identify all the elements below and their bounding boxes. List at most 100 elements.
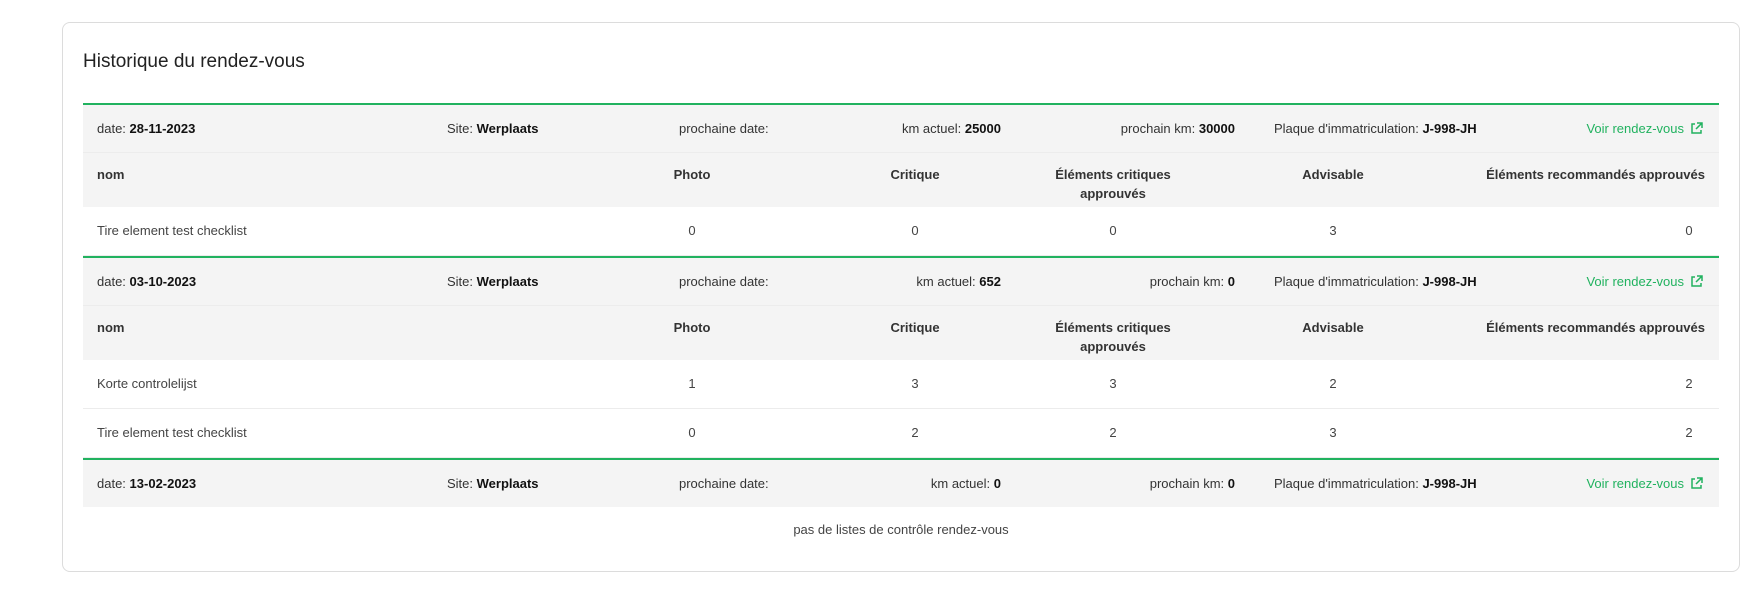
column-photo: Photo — [673, 167, 711, 182]
appointment-km-current-value: 25000 — [964, 121, 1001, 136]
checklist-critical-count: 3 — [911, 376, 919, 391]
appointment-next-km: prochain km: 0 — [1150, 258, 1235, 305]
checklist-critical-approved-count: 0 — [1109, 223, 1117, 238]
checklist-photo-count: 1 — [688, 376, 696, 391]
external-link-icon — [1690, 260, 1703, 307]
appointment-site-value: Werplaats — [476, 121, 539, 136]
checklist-critical-count: 2 — [911, 425, 919, 440]
appointment-next-date: prochaine date: — [679, 105, 769, 152]
appointment-km-current: km actuel: 0 — [931, 460, 1001, 507]
checklist-recommended-approved-count: 0 — [1685, 223, 1693, 238]
appointment-next-km-value: 30000 — [1198, 121, 1235, 136]
appointment-site: Site: Werplaats — [447, 460, 539, 507]
appointment-km-current-value: 652 — [979, 274, 1001, 289]
checklist-recommended-approved-count: 2 — [1685, 425, 1693, 440]
appointment-plate-label: Plaque d'immatriculation: — [1274, 274, 1419, 289]
appointment-site-value: Werplaats — [476, 274, 539, 289]
appointment-next-date-label: prochaine date: — [679, 274, 769, 289]
checklist-row: Korte controlelijst 1 3 3 2 2 — [83, 360, 1719, 409]
checklist-critical-count: 0 — [911, 223, 919, 238]
checklist-name: Korte controlelijst — [97, 376, 197, 391]
external-link-icon — [1690, 107, 1703, 154]
appointment-history-card: Historique du rendez-vous date: 28-11-20… — [62, 22, 1740, 572]
checklist-critical-approved-count: 2 — [1109, 425, 1117, 440]
column-advisable: Advisable — [1302, 167, 1364, 182]
view-appointment-link-label: Voir rendez-vous — [1586, 274, 1684, 289]
appointment-date: date: 13-02-2023 — [97, 460, 196, 507]
column-critical-approved: Éléments critiques approuvés — [1055, 167, 1171, 201]
appointment-plate: Plaque d'immatriculation: J-998-JH — [1274, 460, 1477, 507]
appointment-history-list: date: 28-11-2023 Site: Werplaats prochaine… — [83, 103, 1719, 553]
appointment-next-date: prochaine date: — [679, 258, 769, 305]
appointment-next-km-value: 0 — [1227, 274, 1235, 289]
checklist-column-headers: nom Photo Critique Éléments critiques appro… — [83, 152, 1719, 207]
appointment-header: date: 03-10-2023 Site: Werplaats prochaine… — [83, 256, 1719, 305]
column-name: nom — [97, 320, 125, 335]
column-critical-approved: Éléments critiques approuvés — [1055, 320, 1171, 354]
column-recommended-approved: Éléments recommandés approuvés — [1486, 320, 1705, 335]
checklist-row: Tire element test checklist 0 0 0 3 0 — [83, 207, 1719, 256]
checklist-name: Tire element test checklist — [97, 223, 247, 238]
appointment-site-label: Site: — [447, 274, 474, 289]
column-photo: Photo — [673, 320, 711, 335]
appointment-next-km: prochain km: 0 — [1150, 460, 1235, 507]
checklist-photo-count: 0 — [688, 223, 696, 238]
view-appointment-link[interactable]: Voir rendez-vous — [1586, 460, 1703, 509]
appointment-header: date: 28-11-2023 Site: Werplaats prochaine… — [83, 103, 1719, 152]
appointment-next-km: prochain km: 30000 — [1121, 105, 1235, 152]
checklist-critical-approved-count: 3 — [1109, 376, 1117, 391]
appointment-plate-value: J-998-JH — [1422, 121, 1477, 136]
appointment-plate-label: Plaque d'immatriculation: — [1274, 121, 1419, 136]
appointment-site: Site: Werplaats — [447, 258, 539, 305]
appointment-km-current-value: 0 — [993, 476, 1001, 491]
appointment-next-km-label: prochain km: — [1149, 274, 1225, 289]
appointment-next-km-value: 0 — [1227, 476, 1235, 491]
appointment-site-label: Site: — [447, 476, 474, 491]
appointment-site-value: Werplaats — [476, 476, 539, 491]
column-name: nom — [97, 167, 125, 182]
appointment-km-current-label: km actuel: — [930, 476, 991, 491]
view-appointment-link-label: Voir rendez-vous — [1586, 121, 1684, 136]
appointment-km-current: km actuel: 25000 — [902, 105, 1001, 152]
appointment-km-current-label: km actuel: — [901, 121, 962, 136]
appointment-date-label: date: — [97, 476, 126, 491]
checklist-name: Tire element test checklist — [97, 425, 247, 440]
checklist-advisable-count: 2 — [1329, 376, 1337, 391]
appointment-plate-value: J-998-JH — [1422, 274, 1477, 289]
view-appointment-link[interactable]: Voir rendez-vous — [1586, 258, 1703, 307]
appointment-date: date: 03-10-2023 — [97, 258, 196, 305]
view-appointment-link-label: Voir rendez-vous — [1586, 476, 1684, 491]
appointment-plate-label: Plaque d'immatriculation: — [1274, 476, 1419, 491]
appointment-date-value: 03-10-2023 — [129, 274, 197, 289]
view-appointment-link[interactable]: Voir rendez-vous — [1586, 105, 1703, 154]
appointment-plate: Plaque d'immatriculation: J-998-JH — [1274, 105, 1477, 152]
appointment-next-date-label: prochaine date: — [679, 121, 769, 136]
appointment-site: Site: Werplaats — [447, 105, 539, 152]
appointment-date-value: 28-11-2023 — [129, 121, 196, 136]
column-recommended-approved: Éléments recommandés approuvés — [1486, 167, 1705, 182]
appointment-next-date-label: prochaine date: — [679, 476, 769, 491]
appointment-next-date: prochaine date: — [679, 460, 769, 507]
checklist-row: Tire element test checklist 0 2 2 3 2 — [83, 409, 1719, 458]
card-title: Historique du rendez-vous — [83, 51, 305, 72]
appointment-next-km-label: prochain km: — [1149, 476, 1225, 491]
checklist-recommended-approved-count: 2 — [1685, 376, 1693, 391]
appointment-date-label: date: — [97, 121, 126, 136]
appointment-date-value: 13-02-2023 — [129, 476, 197, 491]
appointment-date: date: 28-11-2023 — [97, 105, 195, 152]
column-critical: Critique — [890, 320, 940, 335]
appointment-plate-value: J-998-JH — [1422, 476, 1477, 491]
external-link-icon — [1690, 462, 1703, 509]
appointment-plate: Plaque d'immatriculation: J-998-JH — [1274, 258, 1477, 305]
appointment-site-label: Site: — [447, 121, 474, 136]
appointment-next-km-label: prochain km: — [1120, 121, 1196, 136]
no-checklists-message: pas de listes de contrôle rendez-vous — [793, 522, 1009, 537]
column-critical: Critique — [890, 167, 940, 182]
checklist-advisable-count: 3 — [1329, 425, 1337, 440]
appointment-date-label: date: — [97, 274, 126, 289]
checklist-column-headers: nom Photo Critique Éléments critiques appro… — [83, 305, 1719, 360]
checklist-photo-count: 0 — [688, 425, 696, 440]
appointment-header: date: 13-02-2023 Site: Werplaats prochaine… — [83, 458, 1719, 507]
appointment-km-current-label: km actuel: — [916, 274, 976, 289]
checklist-advisable-count: 3 — [1329, 223, 1337, 238]
